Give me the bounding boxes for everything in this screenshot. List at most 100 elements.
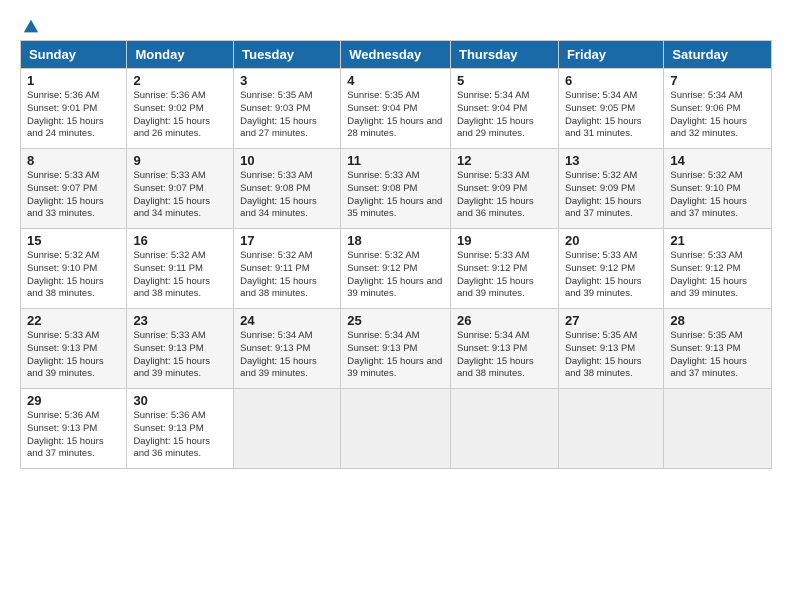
calendar-cell: 11 Sunrise: 5:33 AMSunset: 9:08 PMDaylig… (341, 149, 451, 229)
day-number: 19 (457, 233, 552, 248)
day-number: 27 (565, 313, 657, 328)
day-number: 24 (240, 313, 334, 328)
day-number: 26 (457, 313, 552, 328)
page: Sunday Monday Tuesday Wednesday Thursday… (0, 0, 792, 479)
calendar-cell: 25 Sunrise: 5:34 AMSunset: 9:13 PMDaylig… (341, 309, 451, 389)
day-number: 14 (670, 153, 765, 168)
logo (20, 18, 40, 32)
day-info: Sunrise: 5:33 AMSunset: 9:08 PMDaylight:… (347, 170, 442, 219)
calendar: Sunday Monday Tuesday Wednesday Thursday… (20, 40, 772, 469)
day-number: 21 (670, 233, 765, 248)
calendar-cell: 20 Sunrise: 5:33 AMSunset: 9:12 PMDaylig… (558, 229, 663, 309)
day-info: Sunrise: 5:32 AMSunset: 9:11 PMDaylight:… (133, 250, 210, 299)
calendar-cell: 14 Sunrise: 5:32 AMSunset: 9:10 PMDaylig… (664, 149, 772, 229)
calendar-cell: 30 Sunrise: 5:36 AMSunset: 9:13 PMDaylig… (127, 389, 234, 469)
calendar-cell: 22 Sunrise: 5:33 AMSunset: 9:13 PMDaylig… (21, 309, 127, 389)
day-number: 10 (240, 153, 334, 168)
day-info: Sunrise: 5:33 AMSunset: 9:12 PMDaylight:… (670, 250, 747, 299)
day-number: 17 (240, 233, 334, 248)
day-info: Sunrise: 5:34 AMSunset: 9:05 PMDaylight:… (565, 90, 642, 139)
day-number: 16 (133, 233, 227, 248)
day-number: 30 (133, 393, 227, 408)
header-monday: Monday (127, 41, 234, 69)
day-number: 25 (347, 313, 444, 328)
day-number: 8 (27, 153, 120, 168)
day-info: Sunrise: 5:34 AMSunset: 9:13 PMDaylight:… (347, 330, 442, 379)
day-info: Sunrise: 5:33 AMSunset: 9:12 PMDaylight:… (457, 250, 534, 299)
calendar-cell: 15 Sunrise: 5:32 AMSunset: 9:10 PMDaylig… (21, 229, 127, 309)
day-info: Sunrise: 5:32 AMSunset: 9:12 PMDaylight:… (347, 250, 442, 299)
calendar-cell (451, 389, 559, 469)
calendar-cell: 1 Sunrise: 5:36 AMSunset: 9:01 PMDayligh… (21, 69, 127, 149)
day-info: Sunrise: 5:33 AMSunset: 9:07 PMDaylight:… (27, 170, 104, 219)
header-thursday: Thursday (451, 41, 559, 69)
day-number: 2 (133, 73, 227, 88)
calendar-cell: 2 Sunrise: 5:36 AMSunset: 9:02 PMDayligh… (127, 69, 234, 149)
day-number: 5 (457, 73, 552, 88)
day-info: Sunrise: 5:32 AMSunset: 9:09 PMDaylight:… (565, 170, 642, 219)
day-info: Sunrise: 5:35 AMSunset: 9:13 PMDaylight:… (670, 330, 747, 379)
day-info: Sunrise: 5:35 AMSunset: 9:03 PMDaylight:… (240, 90, 317, 139)
calendar-cell: 27 Sunrise: 5:35 AMSunset: 9:13 PMDaylig… (558, 309, 663, 389)
day-info: Sunrise: 5:33 AMSunset: 9:12 PMDaylight:… (565, 250, 642, 299)
calendar-week-row: 29 Sunrise: 5:36 AMSunset: 9:13 PMDaylig… (21, 389, 772, 469)
day-number: 1 (27, 73, 120, 88)
day-info: Sunrise: 5:34 AMSunset: 9:04 PMDaylight:… (457, 90, 534, 139)
calendar-week-row: 15 Sunrise: 5:32 AMSunset: 9:10 PMDaylig… (21, 229, 772, 309)
day-number: 3 (240, 73, 334, 88)
header-friday: Friday (558, 41, 663, 69)
calendar-cell (664, 389, 772, 469)
calendar-week-row: 8 Sunrise: 5:33 AMSunset: 9:07 PMDayligh… (21, 149, 772, 229)
day-number: 11 (347, 153, 444, 168)
calendar-cell: 19 Sunrise: 5:33 AMSunset: 9:12 PMDaylig… (451, 229, 559, 309)
header-tuesday: Tuesday (234, 41, 341, 69)
calendar-cell: 13 Sunrise: 5:32 AMSunset: 9:09 PMDaylig… (558, 149, 663, 229)
calendar-cell: 16 Sunrise: 5:32 AMSunset: 9:11 PMDaylig… (127, 229, 234, 309)
calendar-cell (341, 389, 451, 469)
logo-icon (22, 18, 40, 36)
header-wednesday: Wednesday (341, 41, 451, 69)
calendar-header-row: Sunday Monday Tuesday Wednesday Thursday… (21, 41, 772, 69)
calendar-cell: 26 Sunrise: 5:34 AMSunset: 9:13 PMDaylig… (451, 309, 559, 389)
calendar-cell: 7 Sunrise: 5:34 AMSunset: 9:06 PMDayligh… (664, 69, 772, 149)
calendar-cell: 5 Sunrise: 5:34 AMSunset: 9:04 PMDayligh… (451, 69, 559, 149)
calendar-cell: 12 Sunrise: 5:33 AMSunset: 9:09 PMDaylig… (451, 149, 559, 229)
day-number: 22 (27, 313, 120, 328)
day-number: 6 (565, 73, 657, 88)
day-number: 13 (565, 153, 657, 168)
calendar-cell (234, 389, 341, 469)
day-info: Sunrise: 5:33 AMSunset: 9:09 PMDaylight:… (457, 170, 534, 219)
calendar-cell: 4 Sunrise: 5:35 AMSunset: 9:04 PMDayligh… (341, 69, 451, 149)
calendar-week-row: 22 Sunrise: 5:33 AMSunset: 9:13 PMDaylig… (21, 309, 772, 389)
day-info: Sunrise: 5:35 AMSunset: 9:04 PMDaylight:… (347, 90, 442, 139)
calendar-week-row: 1 Sunrise: 5:36 AMSunset: 9:01 PMDayligh… (21, 69, 772, 149)
calendar-cell: 23 Sunrise: 5:33 AMSunset: 9:13 PMDaylig… (127, 309, 234, 389)
day-info: Sunrise: 5:33 AMSunset: 9:07 PMDaylight:… (133, 170, 210, 219)
calendar-cell: 8 Sunrise: 5:33 AMSunset: 9:07 PMDayligh… (21, 149, 127, 229)
day-info: Sunrise: 5:32 AMSunset: 9:10 PMDaylight:… (27, 250, 104, 299)
day-number: 15 (27, 233, 120, 248)
day-number: 18 (347, 233, 444, 248)
calendar-cell (558, 389, 663, 469)
day-info: Sunrise: 5:32 AMSunset: 9:10 PMDaylight:… (670, 170, 747, 219)
calendar-cell: 17 Sunrise: 5:32 AMSunset: 9:11 PMDaylig… (234, 229, 341, 309)
day-number: 9 (133, 153, 227, 168)
calendar-cell: 28 Sunrise: 5:35 AMSunset: 9:13 PMDaylig… (664, 309, 772, 389)
calendar-cell: 21 Sunrise: 5:33 AMSunset: 9:12 PMDaylig… (664, 229, 772, 309)
header (20, 18, 772, 32)
day-number: 23 (133, 313, 227, 328)
day-info: Sunrise: 5:36 AMSunset: 9:01 PMDaylight:… (27, 90, 104, 139)
calendar-cell: 3 Sunrise: 5:35 AMSunset: 9:03 PMDayligh… (234, 69, 341, 149)
day-info: Sunrise: 5:34 AMSunset: 9:13 PMDaylight:… (240, 330, 317, 379)
day-info: Sunrise: 5:35 AMSunset: 9:13 PMDaylight:… (565, 330, 642, 379)
calendar-cell: 10 Sunrise: 5:33 AMSunset: 9:08 PMDaylig… (234, 149, 341, 229)
header-saturday: Saturday (664, 41, 772, 69)
day-info: Sunrise: 5:36 AMSunset: 9:13 PMDaylight:… (27, 410, 104, 459)
day-number: 12 (457, 153, 552, 168)
day-number: 20 (565, 233, 657, 248)
calendar-cell: 6 Sunrise: 5:34 AMSunset: 9:05 PMDayligh… (558, 69, 663, 149)
day-info: Sunrise: 5:33 AMSunset: 9:13 PMDaylight:… (27, 330, 104, 379)
day-info: Sunrise: 5:36 AMSunset: 9:13 PMDaylight:… (133, 410, 210, 459)
header-sunday: Sunday (21, 41, 127, 69)
day-number: 4 (347, 73, 444, 88)
